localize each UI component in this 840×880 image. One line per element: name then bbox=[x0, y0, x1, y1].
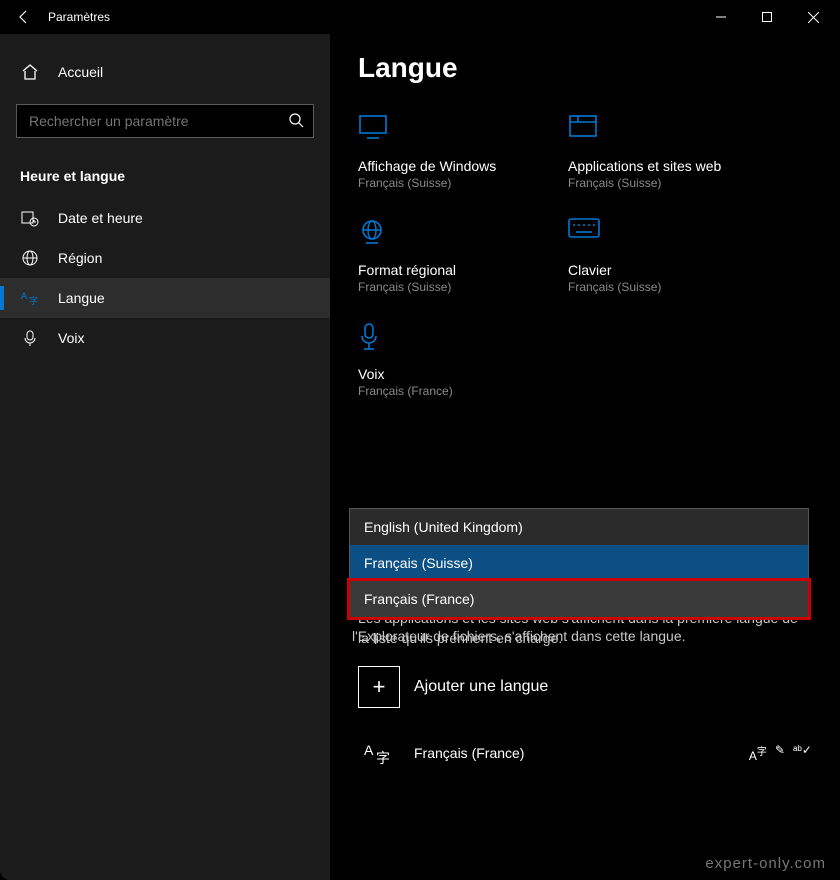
calendar-clock-icon bbox=[20, 208, 40, 228]
plus-icon: + bbox=[358, 666, 400, 708]
home-icon bbox=[20, 62, 40, 82]
page-title: Langue bbox=[358, 52, 812, 84]
preferred-language-name: Français (France) bbox=[414, 745, 524, 761]
nav-item-language[interactable]: A字 Langue bbox=[0, 278, 330, 318]
browser-icon bbox=[568, 114, 738, 152]
sidebar: Accueil Heure et langue Date et heure bbox=[0, 34, 330, 880]
tile-keyboard[interactable]: Clavier Français (Suisse) bbox=[568, 218, 738, 294]
language-icon: A字 bbox=[20, 288, 40, 308]
minimize-button[interactable] bbox=[698, 0, 744, 34]
tile-label: Applications et sites web bbox=[568, 158, 738, 174]
svg-text:字: 字 bbox=[29, 295, 38, 306]
tile-sublabel: Français (Suisse) bbox=[568, 280, 738, 294]
display-lang-icon: A字 bbox=[749, 743, 767, 763]
close-button[interactable] bbox=[790, 0, 836, 34]
sidebar-section-heading: Heure et langue bbox=[0, 158, 330, 198]
microphone-icon bbox=[358, 322, 528, 360]
maximize-button[interactable] bbox=[744, 0, 790, 34]
tile-sublabel: Français (Suisse) bbox=[358, 176, 528, 190]
nav-item-voice[interactable]: Voix bbox=[0, 318, 330, 358]
monitor-icon bbox=[358, 114, 528, 152]
titlebar: Paramètres bbox=[0, 0, 840, 34]
tile-label: Affichage de Windows bbox=[358, 158, 528, 174]
svg-text:字: 字 bbox=[376, 750, 390, 766]
globe-icon bbox=[358, 218, 528, 256]
preferred-language-item[interactable]: A字 Français (France) A字 ✎ ᵃᵇ✓ bbox=[358, 732, 812, 774]
tile-sublabel: Français (Suisse) bbox=[568, 176, 738, 190]
keyboard-icon bbox=[568, 218, 738, 256]
language-feature-icons: A字 ✎ ᵃᵇ✓ bbox=[749, 743, 812, 763]
main-panel: Langue Affichage de Windows Français (Su… bbox=[330, 34, 840, 880]
svg-text:A: A bbox=[364, 742, 374, 758]
nav-home-label: Accueil bbox=[58, 64, 103, 80]
tile-sublabel: Français (France) bbox=[358, 384, 528, 398]
search-icon bbox=[288, 112, 304, 128]
search-field[interactable] bbox=[16, 104, 314, 138]
nav-item-label: Date et heure bbox=[58, 210, 143, 226]
add-language-button[interactable]: + Ajouter une langue bbox=[358, 666, 812, 708]
svg-text:A: A bbox=[21, 291, 27, 301]
tile-apps[interactable]: Applications et sites web Français (Suis… bbox=[568, 114, 738, 190]
tile-label: Format régional bbox=[358, 262, 528, 278]
tile-grid: Affichage de Windows Français (Suisse) A… bbox=[358, 114, 812, 426]
nav-item-label: Région bbox=[58, 250, 102, 266]
handwriting-icon: ✎ bbox=[775, 743, 785, 763]
globe-icon bbox=[20, 248, 40, 268]
display-language-dropdown[interactable]: English (United Kingdom) Français (Suiss… bbox=[349, 508, 809, 618]
dropdown-option-highlighted[interactable]: Français (France) bbox=[350, 581, 808, 617]
nav-item-label: Langue bbox=[58, 290, 105, 306]
tile-display[interactable]: Affichage de Windows Français (Suisse) bbox=[358, 114, 528, 190]
search-input[interactable] bbox=[16, 104, 314, 138]
tile-label: Voix bbox=[358, 366, 528, 382]
tile-voice[interactable]: Voix Français (France) bbox=[358, 322, 528, 398]
tile-label: Clavier bbox=[568, 262, 738, 278]
window-title: Paramètres bbox=[48, 10, 110, 24]
microphone-icon bbox=[20, 328, 40, 348]
nav-home[interactable]: Accueil bbox=[0, 54, 330, 90]
nav-item-region[interactable]: Région bbox=[0, 238, 330, 278]
nav-item-label: Voix bbox=[58, 330, 84, 346]
language-glyph-icon: A字 bbox=[358, 732, 400, 774]
spellcheck-icon: ᵃᵇ✓ bbox=[793, 743, 812, 763]
dropdown-option[interactable]: English (United Kingdom) bbox=[350, 509, 808, 545]
watermark: expert-only.com bbox=[705, 855, 826, 872]
tile-region-format[interactable]: Format régional Français (Suisse) bbox=[358, 218, 528, 294]
tile-sublabel: Français (Suisse) bbox=[358, 280, 528, 294]
nav-item-date-time[interactable]: Date et heure bbox=[0, 198, 330, 238]
display-language-desc-fragment: l'Explorateur de fichiers, s'affichent d… bbox=[352, 628, 686, 644]
back-button[interactable] bbox=[4, 0, 44, 34]
dropdown-option[interactable]: Français (Suisse) bbox=[350, 545, 808, 581]
add-language-label: Ajouter une langue bbox=[414, 678, 548, 696]
